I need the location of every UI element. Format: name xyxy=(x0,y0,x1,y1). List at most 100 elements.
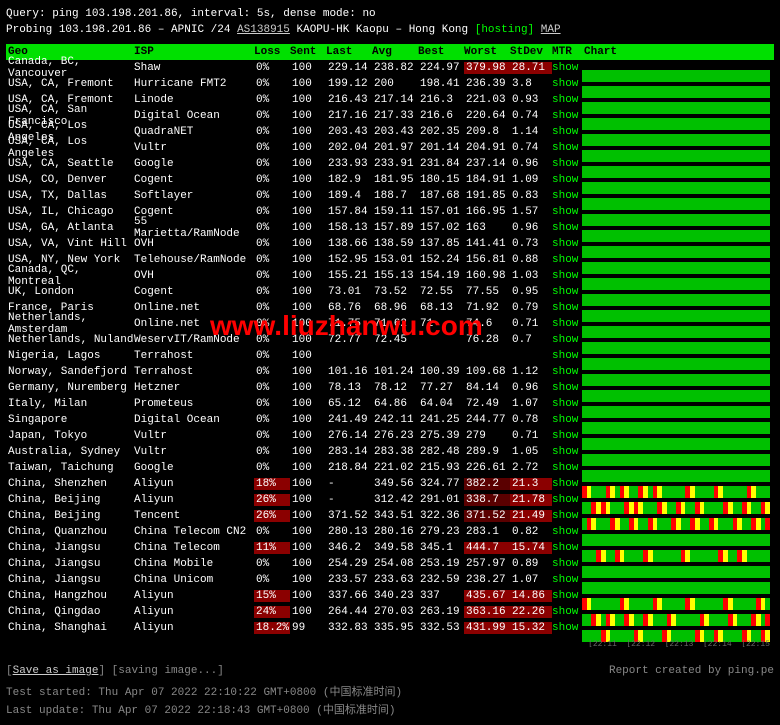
worst-cell: 160.98 xyxy=(464,270,510,282)
stdev-cell: 0.74 xyxy=(510,142,552,154)
avg-cell: 217.33 xyxy=(372,110,418,122)
last-cell: 254.29 xyxy=(326,558,372,570)
mtr-show-link[interactable]: show xyxy=(552,478,578,490)
mtr-show-link[interactable]: show xyxy=(552,542,578,554)
worst-cell: 289.9 xyxy=(464,446,510,458)
mtr-show-link[interactable]: show xyxy=(552,206,578,218)
isp-cell: China Unicom xyxy=(134,574,254,586)
mtr-show-link[interactable]: show xyxy=(552,286,578,298)
stdev-cell: 1.05 xyxy=(510,446,552,458)
saving-text: [saving image...] xyxy=(112,665,224,677)
mtr-show-link[interactable]: show xyxy=(552,270,578,282)
mtr-show-link[interactable]: show xyxy=(552,574,578,586)
mtr-show-link[interactable]: show xyxy=(552,62,578,74)
mtr-show-link[interactable]: show xyxy=(552,526,578,538)
mtr-show-link[interactable]: show xyxy=(552,446,578,458)
save-as-image-link[interactable]: Save as image xyxy=(13,665,99,677)
stdev-cell: 1.09 xyxy=(510,174,552,186)
loss-cell: 0% xyxy=(254,462,290,474)
mtr-show-link[interactable]: show xyxy=(552,430,578,442)
mtr-show-link[interactable]: show xyxy=(552,606,578,618)
mtr-cell: show xyxy=(552,414,582,426)
worst-cell: 371.52 xyxy=(464,510,510,522)
worst-cell: 204.91 xyxy=(464,142,510,154)
worst-cell: 236.39 xyxy=(464,78,510,90)
mtr-show-link[interactable]: show xyxy=(552,190,578,202)
mtr-show-link[interactable]: show xyxy=(552,590,578,602)
loss-cell: 18% xyxy=(254,478,290,490)
loss-cell: 0% xyxy=(254,78,290,90)
sent-cell: 100 xyxy=(290,206,326,218)
stdev-cell: 0.95 xyxy=(510,286,552,298)
best-cell: 198.41 xyxy=(418,78,464,90)
last-cell: 157.84 xyxy=(326,206,372,218)
probing-apnic: APNIC /24 xyxy=(171,24,230,36)
mtr-show-link[interactable]: show xyxy=(552,94,578,106)
last-cell: 241.49 xyxy=(326,414,372,426)
mtr-show-link[interactable]: show xyxy=(552,174,578,186)
loss-cell: 0% xyxy=(254,366,290,378)
stdev-cell: 0.7 xyxy=(510,334,552,346)
mtr-cell: show xyxy=(552,366,582,378)
best-cell: 263.19 xyxy=(418,606,464,618)
report-credit: Report created by ping.pe xyxy=(609,665,774,677)
mtr-show-link[interactable]: show xyxy=(552,238,578,250)
loss-cell: 0% xyxy=(254,318,290,330)
mtr-show-link[interactable]: show xyxy=(552,126,578,138)
mtr-show-link[interactable]: show xyxy=(552,622,578,634)
mtr-cell: show xyxy=(552,222,582,234)
mtr-show-link[interactable]: show xyxy=(552,558,578,570)
mtr-show-link[interactable]: show xyxy=(552,398,578,410)
loss-cell: 0% xyxy=(254,110,290,122)
worst-cell: 156.81 xyxy=(464,254,510,266)
timestamp-label: ⌊22:11 xyxy=(588,639,617,649)
mtr-show-link[interactable]: show xyxy=(552,254,578,266)
isp-cell: Digital Ocean xyxy=(134,110,254,122)
mtr-show-link[interactable]: show xyxy=(552,414,578,426)
geo-cell: China, Jiangsu xyxy=(6,558,134,570)
mtr-show-link[interactable]: show xyxy=(552,334,578,346)
mtr-show-link[interactable]: show xyxy=(552,158,578,170)
mtr-show-link[interactable]: show xyxy=(552,78,578,90)
geo-cell: Germany, Nuremberg xyxy=(6,382,134,394)
worst-cell: 77.55 xyxy=(464,286,510,298)
worst-cell: 257.97 xyxy=(464,558,510,570)
avg-cell: 238.82 xyxy=(372,62,418,74)
loss-cell: 0% xyxy=(254,382,290,394)
isp-cell: Linode xyxy=(134,94,254,106)
header-mtr: MTR xyxy=(552,46,582,58)
mtr-cell: show xyxy=(552,510,582,522)
mtr-show-link[interactable]: show xyxy=(552,494,578,506)
mtr-show-link[interactable]: show xyxy=(552,382,578,394)
mtr-show-link[interactable]: show xyxy=(552,302,578,314)
geo-cell: USA, TX, Dallas xyxy=(6,190,134,202)
footer: [Save as image] [saving image...] Report… xyxy=(6,665,774,717)
mtr-show-link[interactable]: show xyxy=(552,366,578,378)
isp-cell: OVH xyxy=(134,270,254,282)
mtr-show-link[interactable]: show xyxy=(552,222,578,234)
mtr-show-link[interactable]: show xyxy=(552,318,578,330)
best-cell: 224.97 xyxy=(418,62,464,74)
sent-cell: 100 xyxy=(290,222,326,234)
mtr-show-link[interactable]: show xyxy=(552,510,578,522)
stdev-cell: 1.07 xyxy=(510,398,552,410)
header-isp: ISP xyxy=(134,46,254,58)
avg-cell: 280.16 xyxy=(372,526,418,538)
stdev-cell: 0.74 xyxy=(510,110,552,122)
best-cell: 64.04 xyxy=(418,398,464,410)
mtr-show-link[interactable]: show xyxy=(552,142,578,154)
test-started: Test started: Thu Apr 07 2022 22:10:22 G… xyxy=(6,683,774,699)
sent-cell: 100 xyxy=(290,94,326,106)
mtr-show-link[interactable]: show xyxy=(552,462,578,474)
geo-cell: USA, GA, Atlanta xyxy=(6,222,134,234)
mtr-show-link[interactable]: show xyxy=(552,110,578,122)
stdev-cell: 15.32 xyxy=(510,622,552,634)
isp-cell: Shaw xyxy=(134,62,254,74)
geo-cell: Japan, Tokyo xyxy=(6,430,134,442)
mtr-show-link[interactable]: show xyxy=(552,350,578,362)
map-link[interactable]: MAP xyxy=(541,24,561,36)
worst-cell: 220.64 xyxy=(464,110,510,122)
asn-link[interactable]: AS138915 xyxy=(237,24,290,36)
mtr-cell: show xyxy=(552,190,582,202)
last-cell: 158.13 xyxy=(326,222,372,234)
